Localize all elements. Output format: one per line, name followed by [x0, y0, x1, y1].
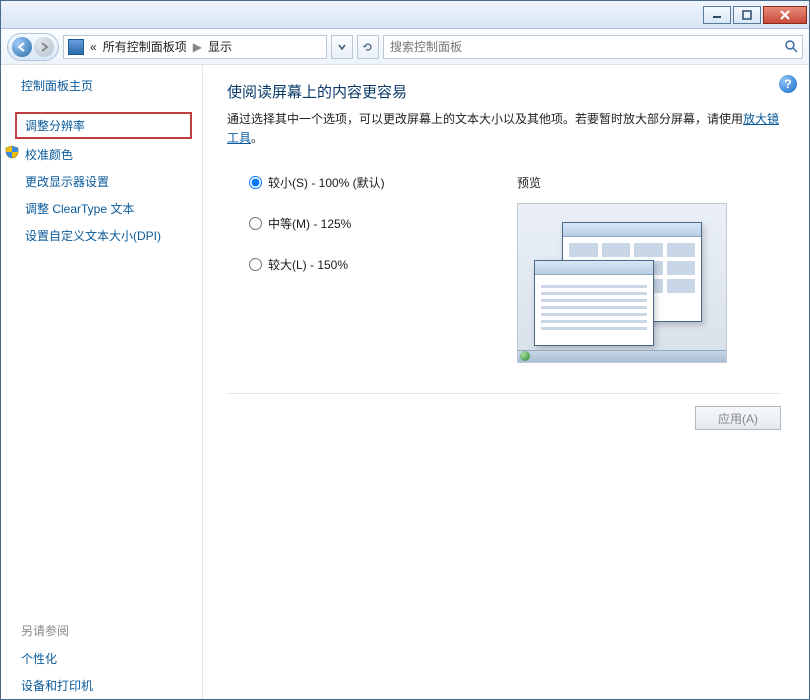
preview-image: [517, 203, 727, 363]
preview-label: 预览: [517, 174, 781, 191]
radio-label[interactable]: 中等(M) - 125%: [268, 215, 351, 232]
desc-text-post: 。: [251, 131, 263, 145]
close-button[interactable]: [763, 6, 807, 24]
scale-option-medium[interactable]: 中等(M) - 125%: [227, 215, 517, 232]
breadcrumb-separator: ▶: [193, 40, 202, 54]
scale-options: 较小(S) - 100% (默认) 中等(M) - 125% 较大(L) - 1…: [227, 174, 517, 363]
scale-option-small[interactable]: 较小(S) - 100% (默认): [227, 174, 517, 191]
apply-button[interactable]: 应用(A): [695, 406, 781, 430]
back-button[interactable]: [12, 37, 32, 57]
radio-medium[interactable]: [249, 217, 262, 230]
sidebar-item-cleartype[interactable]: 调整 ClearType 文本: [1, 195, 202, 222]
search-box[interactable]: [383, 35, 803, 59]
scale-option-large[interactable]: 较大(L) - 150%: [227, 256, 517, 273]
page-heading: 使阅读屏幕上的内容更容易: [227, 81, 781, 102]
sidebar-item-resolution[interactable]: 调整分辨率: [15, 112, 192, 139]
refresh-button[interactable]: [357, 35, 379, 59]
radio-label[interactable]: 较大(L) - 150%: [268, 256, 348, 273]
navbar: « 所有控制面板项 ▶ 显示: [1, 29, 809, 65]
radio-label[interactable]: 较小(S) - 100% (默认): [268, 174, 385, 191]
page-description: 通过选择其中一个选项，可以更改屏幕上的文本大小以及其他项。若要暂时放大部分屏幕，…: [227, 110, 781, 148]
breadcrumb-prefix: «: [90, 40, 97, 54]
sidebar-item-display-settings[interactable]: 更改显示器设置: [1, 168, 202, 195]
shield-icon: [5, 145, 19, 159]
radio-small[interactable]: [249, 176, 262, 189]
apply-row: 应用(A): [227, 393, 781, 430]
nav-back-forward[interactable]: [7, 33, 59, 61]
titlebar: [1, 1, 809, 29]
address-bar[interactable]: « 所有控制面板项 ▶ 显示: [63, 35, 327, 59]
radio-large[interactable]: [249, 258, 262, 271]
see-also-header: 另请参阅: [1, 622, 202, 645]
see-also-personalization[interactable]: 个性化: [1, 645, 202, 672]
sidebar-item-calibrate-color[interactable]: 校准颜色: [1, 141, 202, 168]
sidebar-item-custom-dpi[interactable]: 设置自定义文本大小(DPI): [1, 222, 202, 249]
window-frame: « 所有控制面板项 ▶ 显示 控制面板主页 调整分辨率 校准颜色 更改显示器设置…: [0, 0, 810, 700]
search-input[interactable]: [384, 36, 802, 58]
help-icon[interactable]: ?: [779, 75, 797, 93]
control-panel-home-link[interactable]: 控制面板主页: [21, 77, 93, 94]
breadcrumb-current[interactable]: 显示: [208, 38, 232, 55]
forward-button[interactable]: [34, 37, 54, 57]
sidebar-item-label: 校准颜色: [25, 148, 73, 162]
see-also-devices-printers[interactable]: 设备和打印机: [1, 672, 202, 699]
maximize-button[interactable]: [733, 6, 761, 24]
search-icon[interactable]: [784, 39, 798, 56]
minimize-button[interactable]: [703, 6, 731, 24]
desc-text: 通过选择其中一个选项，可以更改屏幕上的文本大小以及其他项。若要暂时放大部分屏幕，…: [227, 112, 743, 126]
sidebar: 控制面板主页 调整分辨率 校准颜色 更改显示器设置 调整 ClearType 文…: [1, 65, 203, 699]
address-history-dropdown[interactable]: [331, 35, 353, 59]
display-icon: [68, 39, 84, 55]
body: 控制面板主页 调整分辨率 校准颜色 更改显示器设置 调整 ClearType 文…: [1, 65, 809, 699]
breadcrumb-parent[interactable]: 所有控制面板项: [103, 38, 187, 55]
content-pane: ? 使阅读屏幕上的内容更容易 通过选择其中一个选项，可以更改屏幕上的文本大小以及…: [203, 65, 809, 699]
